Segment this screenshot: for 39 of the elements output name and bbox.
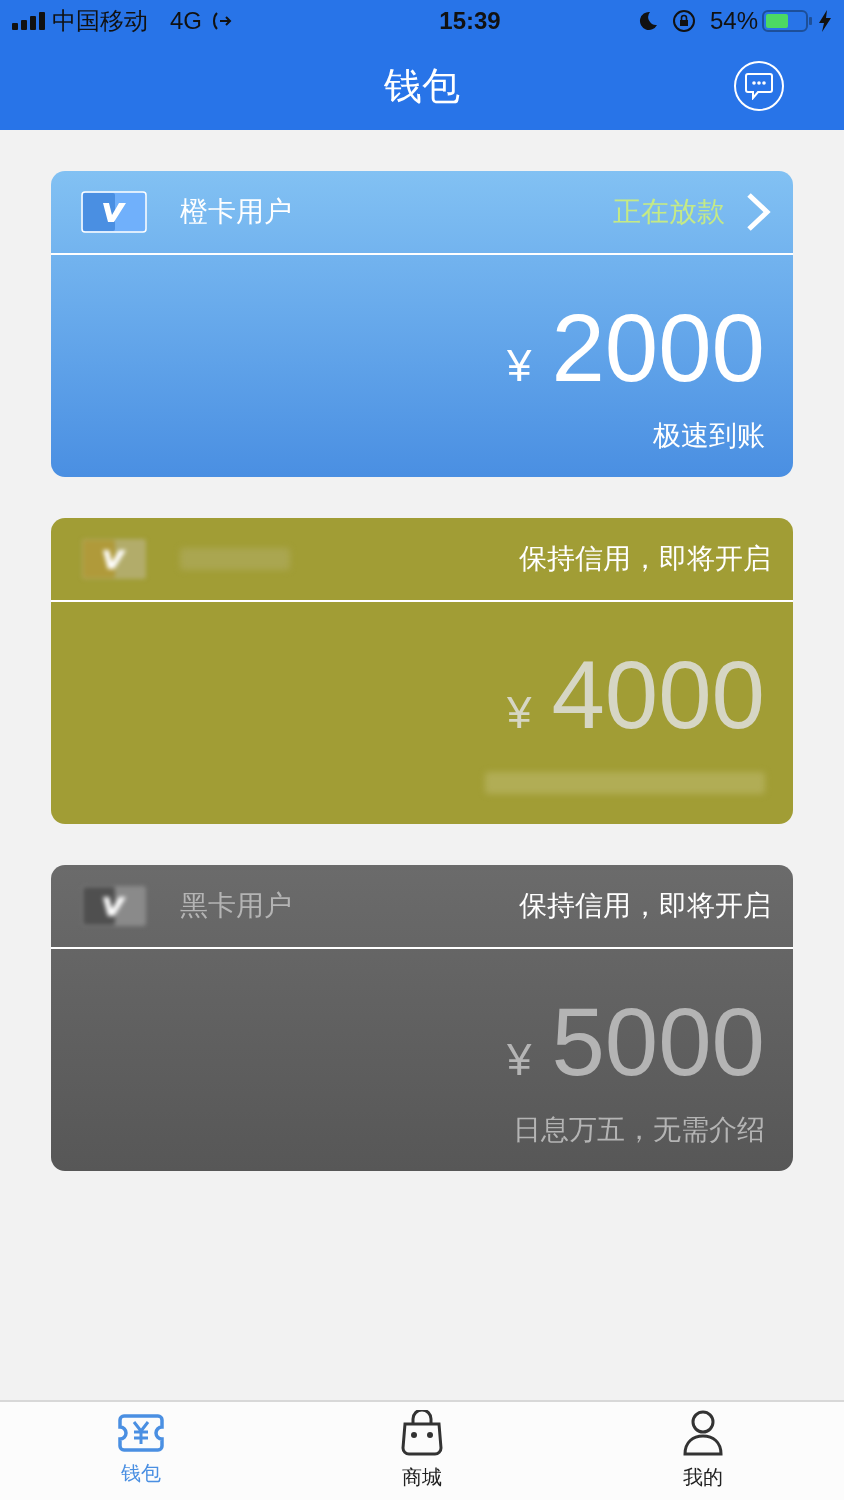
tab-item[interactable]: 我的 (562, 1402, 844, 1500)
tab-item[interactable]: 商城 (281, 1402, 563, 1500)
wallet-card[interactable]: 保持信用，即将开启 ¥ 4000 (51, 518, 793, 824)
card-tier-name: 橙卡用户 (180, 195, 292, 229)
page-title: 钱包 (384, 63, 460, 109)
user-icon (683, 1410, 724, 1456)
charging-bolt-icon (818, 10, 832, 32)
message-button[interactable] (734, 61, 784, 111)
wallet-card[interactable]: 黑卡用户 保持信用，即将开启 ¥ 5000 日息万五，无需介绍 (51, 865, 793, 1171)
wallet-card[interactable]: 橙卡用户 正在放款 ¥ 2000 极速到账 (51, 171, 793, 477)
battery-icon (762, 9, 814, 33)
card-logo-icon (81, 885, 147, 927)
card-status-text: 保持信用，即将开启 (519, 542, 771, 576)
currency-symbol: ¥ (506, 687, 532, 739)
credit-amount: 4000 (551, 650, 765, 740)
card-logo-icon (81, 191, 147, 233)
currency-symbol: ¥ (506, 1034, 532, 1086)
yuan-ticket-icon (117, 1414, 164, 1452)
network-type: 4G (170, 6, 202, 36)
carrier-name: 中国移动 (52, 6, 148, 36)
call-forward-icon (212, 11, 232, 31)
battery-percent: 54% (709, 6, 758, 36)
signal-icon (12, 12, 46, 30)
card-note: 极速到账 (653, 419, 765, 453)
card-note: 日息万五，无需介绍 (513, 1113, 765, 1147)
credit-amount: 2000 (551, 303, 765, 393)
shopping-bag-icon (401, 1410, 443, 1456)
moon-icon (637, 11, 658, 31)
chat-bubble-icon (744, 72, 774, 100)
card-logo-icon (81, 538, 147, 580)
card-tier-name: 黑卡用户 (180, 889, 292, 923)
tab-item[interactable]: 钱包 (0, 1402, 282, 1500)
credit-amount: 5000 (551, 997, 765, 1087)
chevron-right-icon (745, 192, 771, 232)
card-status-text: 正在放款 (613, 195, 725, 229)
card-status-text: 保持信用，即将开启 (519, 889, 771, 923)
rotation-lock-icon (671, 9, 696, 33)
currency-symbol: ¥ (506, 340, 532, 392)
status-time: 15:39 (439, 6, 501, 36)
